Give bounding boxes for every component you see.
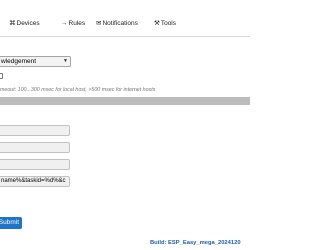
section-divider-bar xyxy=(0,97,250,105)
tools-icon: ⚒ xyxy=(154,20,160,27)
acknowledgement-select[interactable]: wledgement ▼ xyxy=(0,56,71,67)
tab-tools[interactable]: ⚒Tools xyxy=(154,19,176,29)
notifications-icon: ✉ xyxy=(96,20,102,27)
tab-label: Notifications xyxy=(102,20,138,27)
nav-tabs: ⌘Devices →Rules ✉Notifications ⚒Tools xyxy=(0,0,250,37)
select-value: wledgement xyxy=(1,58,37,65)
text-input-3[interactable] xyxy=(0,159,70,170)
chevron-down-icon: ▼ xyxy=(63,58,68,64)
rules-icon: → xyxy=(61,20,68,27)
tab-rules[interactable]: →Rules xyxy=(61,19,85,29)
timeout-hint: meout: 100...300 msec for local host, >5… xyxy=(0,87,156,93)
build-info: Build: ESP_Easy_mega_2024120 xyxy=(150,240,241,246)
tab-label: Devices xyxy=(16,20,40,27)
tab-label: Rules xyxy=(68,20,86,27)
devices-icon: ⌘ xyxy=(9,20,16,27)
tab-notifications[interactable]: ✉Notifications xyxy=(96,19,138,29)
tab-label: Tools xyxy=(160,20,177,27)
text-input-1[interactable] xyxy=(0,125,70,136)
option-checkbox[interactable] xyxy=(0,73,3,79)
text-input-2[interactable] xyxy=(0,142,70,153)
submit-button[interactable]: Submit xyxy=(0,217,22,229)
text-input-4[interactable]: name%&taskid=%d%&c xyxy=(0,176,70,187)
tab-devices[interactable]: ⌘Devices xyxy=(9,19,40,29)
